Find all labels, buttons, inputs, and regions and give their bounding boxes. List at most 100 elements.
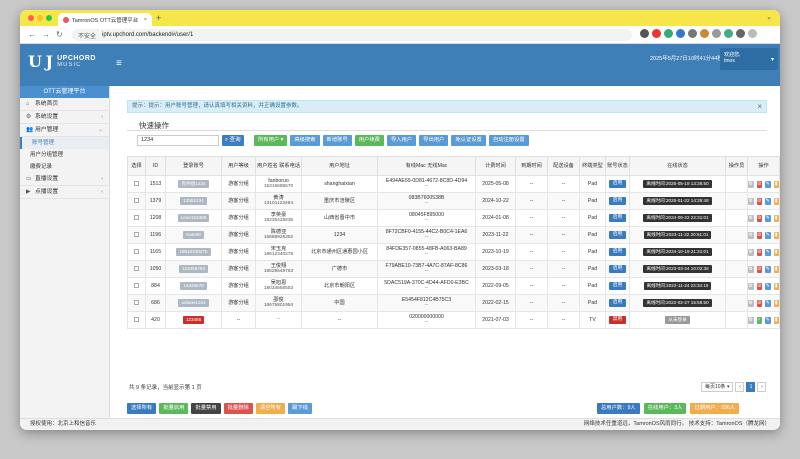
sidebar-subitem-groups[interactable]: 用户分组管理 [20,149,109,161]
user-menu[interactable]: 欢迎您, tmos ▾ [720,48,778,70]
status-badge[interactable]: 启用 [608,299,627,307]
online-users-badge[interactable]: 在线用户：3人 [643,403,687,414]
disable-icon[interactable]: ⊘ [756,248,762,256]
delete-icon[interactable]: ▮ [773,282,779,290]
bulk-enable-button[interactable]: 批量启用 [159,403,189,414]
account-badge[interactable]: 12345678 [180,282,207,290]
no-auth-settings-button[interactable]: 免认证设置 [451,135,486,146]
status-badge[interactable]: 启用 [608,265,627,273]
disable-icon[interactable]: ⊘ [756,231,762,239]
page-size-select[interactable]: 每页10条 ▾ [701,382,734,392]
extension-icon[interactable] [700,29,709,38]
status-badge[interactable]: 启用 [608,248,627,256]
edit-icon[interactable]: ✎ [765,231,771,239]
row-checkbox[interactable] [134,265,139,271]
expired-users-badge[interactable]: 过期用户：336人 [690,403,740,414]
bulk-delete-button[interactable]: 批量删除 [223,403,253,414]
settings-icon[interactable]: ⚙ [748,180,754,188]
profile-icon[interactable] [748,29,757,38]
account-badge[interactable]: 123456 [182,316,205,324]
settings-icon[interactable]: ⚙ [748,282,754,290]
disable-icon[interactable]: ⊘ [756,299,762,307]
status-badge[interactable]: 启用 [608,231,627,239]
row-checkbox[interactable] [134,248,139,254]
sidebar-subitem-accounts[interactable]: 账号管理 [20,137,109,149]
tab-search-icon[interactable]: ⌄ [766,13,772,21]
delete-icon[interactable]: ▮ [773,316,779,324]
account-badge[interactable]: anliwei1234 [178,299,209,307]
forward-icon[interactable]: → [42,30,50,39]
minimize-window-icon[interactable] [37,15,43,21]
account-badge[interactable]: 18612340275 [176,248,211,256]
prev-page-button[interactable]: ‹ [735,382,745,392]
edit-icon[interactable]: ✎ [765,316,771,324]
row-checkbox[interactable] [134,299,139,305]
clear-all-button[interactable]: 清空所有 [255,403,286,414]
disable-icon[interactable]: ⊘ [756,214,762,222]
account-badge[interactable]: 12551234 [180,197,207,205]
settings-icon[interactable]: ⚙ [748,265,754,273]
browser-tab[interactable]: TamronOS OTT云管理平台 × [58,13,152,26]
sidebar-item-users[interactable]: 👥 用户管理 ⌄ [20,124,109,137]
account-badge[interactable]: 123456783 [179,265,208,273]
row-checkbox[interactable] [134,316,139,322]
select-all-button[interactable]: 选择所有 [127,403,157,414]
settings-icon[interactable]: ⚙ [748,299,754,307]
new-tab-icon[interactable]: + [156,13,161,23]
current-page-button[interactable]: 1 [746,382,756,392]
sidebar-item-live[interactable]: ▭ 直播设置 ‹ [20,173,109,186]
edit-icon[interactable]: ✎ [765,180,771,188]
delete-icon[interactable]: ▮ [773,299,779,307]
status-badge[interactable]: 启用 [608,180,627,188]
edit-icon[interactable]: ✎ [765,248,771,256]
import-users-button[interactable]: 导入用户 [386,135,417,146]
edit-icon[interactable]: ✎ [765,214,771,222]
total-users-badge[interactable]: 总用户数：9人 [597,403,640,414]
next-page-button[interactable]: › [757,382,767,392]
advanced-search-button[interactable]: 高级搜索 [290,135,320,146]
disable-icon[interactable]: ⊘ [756,197,762,205]
edit-icon[interactable]: ✎ [765,299,771,307]
url-field[interactable]: 不安全 iptv.upchord.com/backend#/user/1 [72,29,632,41]
extension-icon[interactable] [712,29,721,38]
delete-icon[interactable]: ▮ [773,214,779,222]
status-badge[interactable]: 启用 [608,214,627,222]
account-badge[interactable]: Kate99 [183,231,204,239]
add-account-button[interactable]: 新增账号 [322,135,352,146]
edit-icon[interactable]: ✎ [765,282,771,290]
edit-icon[interactable]: ✎ [765,197,771,205]
account-badge[interactable]: 有件组1234 [178,180,209,188]
extension-icon[interactable] [652,29,661,38]
extension-icon[interactable] [688,29,697,38]
extension-icon[interactable] [676,29,685,38]
extension-icon[interactable] [736,29,745,38]
settings-icon[interactable]: ⚙ [748,231,754,239]
disable-icon[interactable]: ⊘ [756,282,762,290]
account-badge[interactable]: Lean123456 [177,214,210,222]
disable-icon[interactable]: ⊘ [756,180,762,188]
delete-icon[interactable]: ▮ [773,231,779,239]
auto-register-settings-button[interactable]: 自动注册设置 [488,135,529,146]
sidebar-item-vod[interactable]: ▶ 点播设置 ‹ [20,186,109,199]
kick-offline-button[interactable]: 踢下线 [288,403,312,414]
search-button[interactable]: ⌕ 查询 [222,135,244,146]
export-users-button[interactable]: 导出用户 [419,135,449,146]
close-window-icon[interactable] [28,15,34,21]
sidebar-item-home[interactable]: ⌂ 系统首页 [20,98,109,111]
delete-icon[interactable]: ▮ [773,265,779,273]
sidebar-subitem-payments[interactable]: 缴费记录 [20,161,109,173]
edit-icon[interactable]: ✎ [765,265,771,273]
row-checkbox[interactable] [134,197,139,203]
menu-toggle-icon[interactable]: ≡ [116,58,122,69]
all-users-dropdown[interactable]: 所有用户 ▾ [254,135,288,146]
settings-icon[interactable]: ⚙ [748,197,754,205]
extension-icon[interactable] [640,29,649,38]
renew-button[interactable]: 用户续费 [354,135,384,146]
search-input[interactable]: 1234 [137,135,219,146]
delete-icon[interactable]: ▮ [773,248,779,256]
delete-icon[interactable]: ▮ [773,180,779,188]
maximize-window-icon[interactable] [46,15,52,21]
status-badge[interactable]: 禁用 [608,316,627,324]
bulk-disable-button[interactable]: 批量禁用 [191,403,221,414]
reload-icon[interactable]: ↻ [56,30,63,39]
